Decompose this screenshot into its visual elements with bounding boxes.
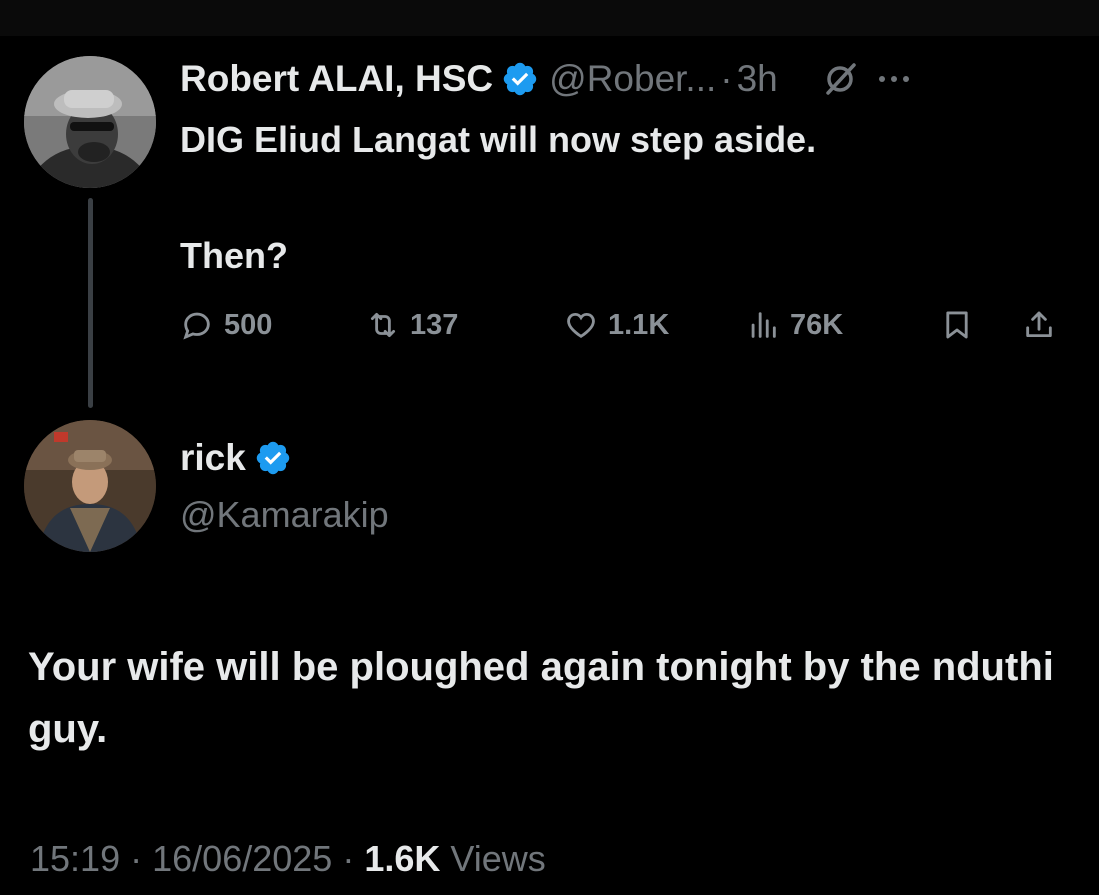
reply-count: 500 xyxy=(224,308,273,341)
reply-button[interactable]: 500 xyxy=(180,303,272,347)
separator-dot: · xyxy=(720,58,733,99)
bookmark-icon xyxy=(946,311,968,339)
avatar-robert-alai[interactable] xyxy=(24,56,156,188)
tweet-meta: 15:19 · 16/06/2025 · 1.6K Views xyxy=(30,838,546,880)
reply-author: rick xyxy=(180,437,292,479)
reply-icon xyxy=(183,312,210,340)
meta-date[interactable]: 16/06/2025 xyxy=(152,838,332,879)
bookmark-button[interactable] xyxy=(940,303,974,347)
more-icon[interactable] xyxy=(874,73,914,85)
reply-author-name[interactable]: rick xyxy=(180,437,246,479)
share-icon xyxy=(1026,311,1052,338)
verified-badge-icon xyxy=(256,441,290,475)
retweet-button[interactable]: 137 xyxy=(366,303,458,347)
author-name[interactable]: Robert ALAI, HSC xyxy=(180,58,493,100)
tweet-header: Robert ALAI, HSC @Rober... · 3h xyxy=(180,56,914,102)
meta-views-label: Views xyxy=(450,838,546,879)
thread-connector-line xyxy=(88,198,93,408)
avatar-rick[interactable] xyxy=(24,420,156,552)
views-icon xyxy=(751,312,776,338)
retweet-count: 137 xyxy=(410,308,459,341)
tweet-actions: 500 137 1.1K 76K xyxy=(180,303,1070,347)
share-button[interactable] xyxy=(1022,303,1056,347)
meta-views-count[interactable]: 1.6K xyxy=(364,838,440,879)
like-button[interactable]: 1.1K xyxy=(564,303,669,347)
retweet-icon xyxy=(370,312,396,338)
separator-dot: · xyxy=(130,838,143,879)
tweet-time[interactable]: 3h xyxy=(737,58,778,100)
top-bar xyxy=(0,0,1099,36)
views-button[interactable]: 76K xyxy=(746,303,843,347)
tweet-text: DIG Eliud Langat will now step aside. Th… xyxy=(180,117,816,279)
reply-author-handle[interactable]: @Kamarakip xyxy=(180,494,389,536)
like-count: 1.1K xyxy=(608,308,670,341)
meta-time[interactable]: 15:19 xyxy=(30,838,120,879)
views-count: 76K xyxy=(790,308,844,341)
reply-text: Your wife will be ploughed again tonight… xyxy=(28,645,1054,751)
grok-icon[interactable] xyxy=(820,59,860,99)
like-icon xyxy=(567,312,595,338)
verified-badge-icon xyxy=(503,62,537,96)
tweet-text-line: Then? xyxy=(180,235,288,276)
author-handle[interactable]: @Rober... xyxy=(549,58,716,100)
separator-dot: · xyxy=(342,838,355,879)
tweet-text-line: DIG Eliud Langat will now step aside. xyxy=(180,119,817,160)
